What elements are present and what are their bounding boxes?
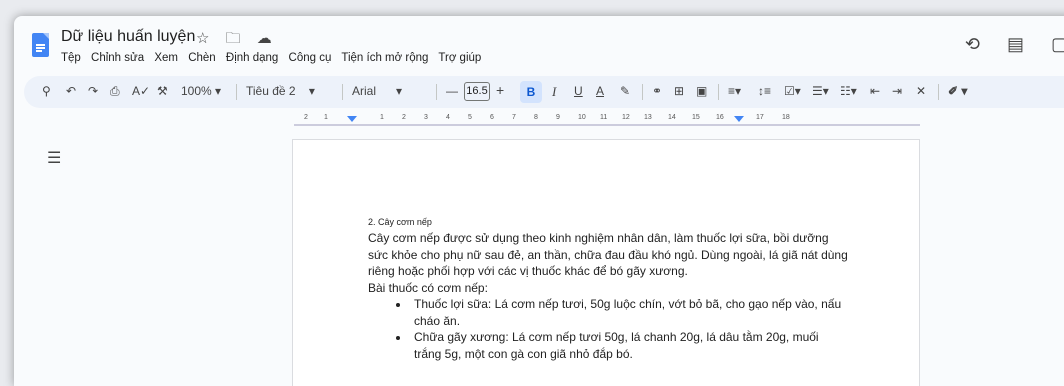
search-icon[interactable]: ⚲ bbox=[42, 84, 51, 98]
toolbar-divider bbox=[938, 84, 939, 100]
toolbar-divider bbox=[236, 84, 237, 100]
toolbar-divider bbox=[642, 84, 643, 100]
underline-button[interactable]: U bbox=[574, 84, 583, 98]
ruler-tick: 1 bbox=[380, 114, 384, 121]
menu-insert[interactable]: Chèn bbox=[188, 52, 216, 64]
ruler-tick: 14 bbox=[668, 114, 676, 121]
menu-format[interactable]: Định dạng bbox=[226, 52, 278, 64]
comment-icon[interactable]: ▤ bbox=[1007, 34, 1024, 54]
toolbar-divider bbox=[342, 84, 343, 100]
toolbar-divider bbox=[718, 84, 719, 100]
font-select[interactable]: Arial ▾ bbox=[352, 84, 402, 98]
right-indent-marker[interactable] bbox=[734, 116, 744, 122]
menu-tools[interactable]: Công cụ bbox=[289, 52, 332, 64]
menu-view[interactable]: Xem bbox=[154, 52, 178, 64]
star-move-cloud-icons[interactable]: ☆ 🗀 ☁ bbox=[196, 28, 278, 53]
decrease-font-size-button[interactable]: — bbox=[446, 84, 458, 98]
paint-format-icon[interactable]: ⚒ bbox=[157, 84, 168, 98]
remedy-list: Thuốc lợi sữa: Lá cơm nếp tươi, 50g luộc… bbox=[368, 296, 848, 362]
ruler-tick: 17 bbox=[756, 114, 764, 121]
decrease-indent-icon[interactable]: ⇤ bbox=[870, 84, 880, 98]
menu-bar: Tệp Chỉnh sửa Xem Chèn Định dạng Công cụ… bbox=[61, 52, 488, 64]
ruler-tick: 10 bbox=[578, 114, 586, 121]
ruler-tick: 11 bbox=[600, 114, 608, 121]
ruler-tick: 13 bbox=[644, 114, 652, 121]
docs-window: Dữ liệu huấn luyện ☆ 🗀 ☁ Tệp Chỉnh sửa X… bbox=[14, 16, 1064, 386]
section-heading: 2. Cây cơm nếp bbox=[368, 217, 432, 227]
checklist-icon[interactable]: ☑▾ bbox=[784, 84, 801, 98]
bulleted-list-icon[interactable]: ☰▾ bbox=[812, 84, 829, 98]
spellcheck-icon[interactable]: A✓ bbox=[132, 84, 150, 98]
ruler-tick: 2 bbox=[402, 114, 406, 121]
ruler-tick: 7 bbox=[512, 114, 516, 121]
ruler-tick: 2 bbox=[304, 114, 308, 121]
ruler-tick: 4 bbox=[446, 114, 450, 121]
editing-mode-icon[interactable]: ✐ ▾ bbox=[948, 84, 967, 98]
ruler-tick: 5 bbox=[468, 114, 472, 121]
list-title: Bài thuốc có cơm nếp: bbox=[368, 280, 488, 295]
font-value: Arial bbox=[352, 84, 377, 98]
clear-formatting-icon[interactable]: ✕ bbox=[916, 84, 926, 98]
toolbar: ⚲ ↶ ↷ ⎙ A✓ ⚒ 100% ▾ Tiêu đề 2 ▾ Arial ▾ … bbox=[24, 76, 1064, 108]
ruler-tick: 8 bbox=[534, 114, 538, 121]
menu-edit[interactable]: Chỉnh sửa bbox=[91, 52, 144, 64]
increase-indent-icon[interactable]: ⇥ bbox=[892, 84, 902, 98]
zoom-select[interactable]: 100% ▾ bbox=[181, 84, 221, 98]
increase-font-size-button[interactable]: + bbox=[496, 82, 504, 98]
insert-image-icon[interactable]: ▣ bbox=[696, 84, 707, 98]
ruler-tick: 6 bbox=[490, 114, 494, 121]
menu-extensions[interactable]: Tiện ích mở rộng bbox=[341, 52, 428, 64]
menu-help[interactable]: Trợ giúp bbox=[438, 52, 481, 64]
document-title[interactable]: Dữ liệu huấn luyện bbox=[61, 28, 195, 46]
document-content[interactable]: 2. Cây cơm nếp Cây cơm nếp được sử dụng … bbox=[368, 216, 848, 362]
highlight-icon[interactable]: ✎ bbox=[620, 84, 630, 98]
font-size-input[interactable]: 16.5 bbox=[464, 82, 490, 101]
meet-icon[interactable]: ▢· bbox=[1051, 34, 1064, 54]
list-item: Chữa gãy xương: Lá cơm nếp tươi 50g, lá … bbox=[410, 329, 848, 362]
style-value: Tiêu đề 2 bbox=[246, 84, 296, 98]
undo-icon[interactable]: ↶ bbox=[66, 84, 76, 98]
line-spacing-icon[interactable]: ↕≡ bbox=[758, 84, 771, 98]
zoom-value: 100% bbox=[181, 84, 212, 98]
add-comment-icon[interactable]: ⊞ bbox=[674, 84, 684, 98]
ruler-tick: 3 bbox=[424, 114, 428, 121]
document-page[interactable]: 2. Cây cơm nếp Cây cơm nếp được sử dụng … bbox=[292, 139, 920, 386]
docs-logo-icon[interactable] bbox=[32, 33, 49, 57]
numbered-list-icon[interactable]: ☷▾ bbox=[840, 84, 857, 98]
top-right-actions: ⟲ ▤ ▢· bbox=[943, 34, 1064, 55]
bold-button[interactable]: B bbox=[520, 81, 542, 103]
ruler-tick: 9 bbox=[556, 114, 560, 121]
toolbar-divider bbox=[436, 84, 437, 100]
document-outline-icon[interactable]: ☰ bbox=[47, 148, 61, 168]
ruler-tick: 1 bbox=[324, 114, 328, 121]
left-indent-marker[interactable] bbox=[347, 116, 357, 122]
redo-icon[interactable]: ↷ bbox=[88, 84, 98, 98]
print-icon[interactable]: ⎙ bbox=[110, 84, 120, 99]
ruler-tick: 18 bbox=[782, 114, 790, 121]
horizontal-ruler[interactable]: 2 1 1 2 3 4 5 6 7 8 9 10 11 12 13 14 15 … bbox=[294, 114, 920, 128]
ruler-tick: 15 bbox=[692, 114, 700, 121]
text-color-button[interactable]: A bbox=[596, 84, 604, 98]
history-icon[interactable]: ⟲ bbox=[965, 34, 980, 54]
align-icon[interactable]: ≡▾ bbox=[728, 84, 741, 98]
menu-file[interactable]: Tệp bbox=[61, 52, 81, 64]
ruler-tick: 12 bbox=[622, 114, 630, 121]
body-paragraph: Cây cơm nếp được sử dụng theo kinh nghiệ… bbox=[368, 231, 848, 278]
italic-button[interactable]: I bbox=[552, 84, 556, 100]
ruler-tick: 16 bbox=[716, 114, 724, 121]
link-icon[interactable]: ⚭ bbox=[652, 84, 662, 98]
list-item: Thuốc lợi sữa: Lá cơm nếp tươi, 50g luộc… bbox=[410, 296, 848, 329]
style-select[interactable]: Tiêu đề 2 ▾ bbox=[246, 84, 315, 98]
